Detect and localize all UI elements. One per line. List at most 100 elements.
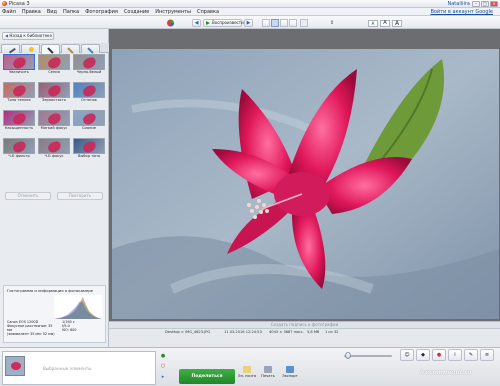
text-size-small-button[interactable]: A [368, 20, 378, 27]
comment-icon[interactable]: ✎ [464, 349, 478, 361]
menu-tools[interactable]: Инструменты [155, 8, 191, 16]
iso: ISO: 800 [62, 328, 77, 332]
watermark: irecommend.ru [420, 369, 472, 376]
effect-item[interactable]: Ч-Б фокус [38, 138, 70, 160]
status-bar: Desktop > IMG_4623.JPG 11.03.2016 12:24:… [109, 328, 500, 347]
print-button[interactable]: Печать [259, 366, 277, 378]
prev-photo-icon[interactable]: ◀ [192, 19, 201, 27]
effect-thumbnail [73, 110, 105, 126]
view-compare-icon[interactable] [271, 19, 279, 27]
effect-label: Увеличить [9, 70, 29, 74]
share-button[interactable]: Поделиться [179, 369, 235, 384]
effect-label: Выбор тона [78, 154, 100, 158]
effect-label: Насыщенность [4, 126, 34, 130]
close-icon[interactable]: × [490, 1, 498, 7]
effect-item[interactable]: Насыщенность [3, 110, 35, 132]
tab-tuning[interactable] [21, 44, 40, 53]
menu-edit[interactable]: Правка [22, 8, 41, 16]
brush-icon-3 [87, 45, 96, 54]
brush-icon [47, 45, 56, 54]
export-button[interactable]: Экспорт [281, 366, 299, 378]
tools-icon[interactable] [300, 19, 308, 27]
face-icon[interactable]: ☺ [400, 349, 414, 361]
tab-effects-2[interactable] [61, 44, 80, 54]
camera-info: Canon EOS 1200D Фокусное расстояние: 35 … [7, 320, 55, 336]
user-name[interactable]: Nataliiira [447, 1, 470, 7]
menu-help[interactable]: Справка [197, 8, 219, 16]
text-size-medium-button[interactable]: A [380, 20, 390, 27]
menu-bar: Файл Правка Вид Папка Фотография Создание Инст… [0, 8, 500, 16]
email-icon [243, 366, 251, 373]
hold-icon[interactable]: ● [159, 352, 167, 360]
export-icon [286, 366, 294, 373]
effect-item[interactable]: Выбор тона [73, 138, 105, 160]
view-split-icon[interactable] [289, 19, 297, 27]
status-dimensions: 4043 × 3687 пикс. [269, 330, 304, 334]
histogram-panel: Гистограмма и информация о фотокамере Ca… [3, 285, 106, 343]
menu-folder[interactable]: Папка [63, 8, 79, 16]
tab-basic-fixes[interactable] [1, 44, 20, 54]
view-grid-icon[interactable] [280, 19, 288, 27]
redo-button[interactable]: Повторить [57, 192, 103, 200]
slideshow-label: Воспроизвести [212, 20, 244, 25]
back-label: Назад к библиотеке [9, 33, 52, 38]
effect-thumbnail [38, 54, 70, 70]
tray-thumbnail[interactable] [5, 356, 25, 376]
effect-thumbnail [38, 138, 70, 154]
effect-item[interactable]: Зернистость [38, 82, 70, 104]
effect-thumbnail [73, 82, 105, 98]
undo-button[interactable]: Отменить [5, 192, 51, 200]
toolbar: ◀ Воспроизвести ▶ ⇕ A A A [0, 16, 500, 29]
menu-file[interactable]: Файл [2, 8, 16, 16]
zoom-arrow-icon[interactable]: ⇕ [330, 20, 338, 27]
tab-effects-3[interactable] [81, 44, 100, 54]
view-single-icon[interactable] [262, 19, 270, 27]
light-icon [29, 47, 34, 52]
print-label: Печать [261, 374, 275, 378]
map-pin-icon[interactable]: ● [432, 349, 446, 361]
effect-label: Сияние [82, 126, 96, 130]
tab-effects-1[interactable] [41, 44, 60, 54]
main-photo[interactable] [112, 49, 499, 319]
add-to-album-icon[interactable]: ▸ [159, 373, 167, 381]
tag-icon[interactable]: ◆ [416, 349, 430, 361]
menu-photo[interactable]: Фотография [85, 8, 118, 16]
effect-item[interactable]: Черно-белый [73, 54, 105, 76]
effect-thumbnail [38, 82, 70, 98]
edit-icon[interactable]: ≡ [480, 349, 494, 361]
minimize-icon[interactable]: – [472, 1, 480, 7]
effect-item[interactable]: Оттенок [73, 82, 105, 104]
flower-photo-image [112, 49, 499, 319]
maximize-icon[interactable]: □ [481, 1, 489, 7]
caption-bar[interactable]: Создать подпись к фотографии [109, 321, 500, 328]
next-photo-icon[interactable]: ▶ [244, 19, 253, 27]
clear-icon[interactable]: ○ [159, 362, 167, 370]
effect-item[interactable]: Ч-Б фильтр [3, 138, 35, 160]
undo-redo-row: Отменить Повторить [3, 192, 107, 201]
brush-icon-2 [67, 45, 76, 54]
effect-label: Сепия [48, 70, 60, 74]
effect-item[interactable]: Увеличить [3, 54, 35, 76]
effect-item[interactable]: Сепия [38, 54, 70, 76]
text-size-large-button[interactable]: A [392, 20, 402, 27]
back-to-library-button[interactable]: ◀ Назад к библиотеке [2, 32, 54, 40]
status-index: 1 из 32 [325, 330, 339, 334]
info-icon[interactable]: i [448, 349, 462, 361]
status-date: 11.03.2016 12:24:53 [224, 330, 262, 334]
signin-link[interactable]: Войти в аккаунт Google [430, 8, 493, 16]
effect-label: Тона теплее [7, 98, 31, 102]
color-wheel-icon[interactable] [166, 19, 175, 27]
zoom-slider-knob[interactable] [345, 352, 351, 359]
menu-view[interactable]: Вид [47, 8, 57, 16]
email-button[interactable]: Эл. почта [238, 366, 256, 378]
menu-create[interactable]: Создание [124, 8, 149, 16]
effect-item[interactable]: Мягкий фокус [38, 110, 70, 132]
zoom-slider-track[interactable] [344, 355, 392, 357]
effect-label: Черно-белый [76, 70, 102, 74]
effect-item[interactable]: Сияние [73, 110, 105, 132]
status-size: 5,8 Мб [307, 330, 320, 334]
slideshow-button[interactable]: Воспроизвести [203, 19, 244, 27]
export-label: Экспорт [282, 374, 298, 378]
effect-label: Зернистость [42, 98, 66, 102]
effect-item[interactable]: Тона теплее [3, 82, 35, 104]
